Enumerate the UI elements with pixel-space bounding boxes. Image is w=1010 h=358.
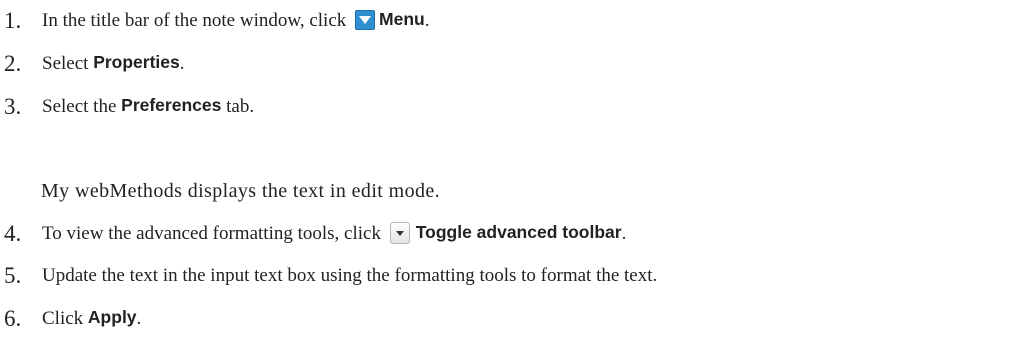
step-text-before: In the title bar of the note window, cli… — [42, 9, 352, 31]
step-text: In the title bar of the note window, cli… — [42, 10, 429, 30]
menu-label: Menu — [379, 9, 425, 30]
toggle-advanced-toolbar-label: Toggle advanced toolbar — [415, 222, 622, 243]
step-text-after: . — [136, 307, 142, 329]
step-5: 5. Update the text in the input text box… — [0, 255, 657, 295]
step-text-before: Select — [42, 52, 94, 74]
preferences-label: Preferences — [121, 95, 222, 116]
apply-label: Apply — [87, 307, 137, 328]
step-text: Click Apply . — [42, 309, 141, 328]
step-text-after: tab. — [221, 95, 255, 117]
step-text-after: . — [424, 9, 430, 31]
step-text: Select Properties . — [42, 54, 185, 73]
step-text: Update the text in the input text box us… — [42, 264, 658, 286]
step-2: 2. Select Properties . — [0, 43, 185, 83]
step-4: 4. To view the advanced formatting tools… — [0, 213, 626, 253]
step-number: 6. — [4, 305, 22, 331]
step-text-after: . — [621, 222, 627, 244]
step-3-result-note: My webMethods displays the text in edit … — [41, 179, 441, 202]
properties-label: Properties — [93, 52, 180, 73]
step-3: 3. Select the Preferences tab. — [0, 86, 254, 126]
menu-icon — [355, 10, 376, 30]
step-text-before: Select the — [42, 95, 122, 117]
step-text-before: To view the advanced formatting tools, c… — [42, 222, 386, 244]
step-text-after: . — [179, 52, 185, 74]
step-text: To view the advanced formatting tools, c… — [42, 222, 626, 244]
step-text: Select the Preferences tab. — [42, 97, 254, 116]
step-number: 3. — [4, 93, 22, 119]
step-number: 4. — [4, 220, 22, 246]
step-number: 5. — [4, 262, 22, 288]
step-number: 2. — [4, 50, 22, 76]
step-number: 1. — [4, 7, 22, 33]
step-text-before: Click — [42, 307, 88, 329]
toggle-dropdown-icon — [389, 222, 410, 244]
step-1: 1. In the title bar of the note window, … — [0, 0, 429, 40]
step-6: 6. Click Apply . — [0, 298, 141, 338]
